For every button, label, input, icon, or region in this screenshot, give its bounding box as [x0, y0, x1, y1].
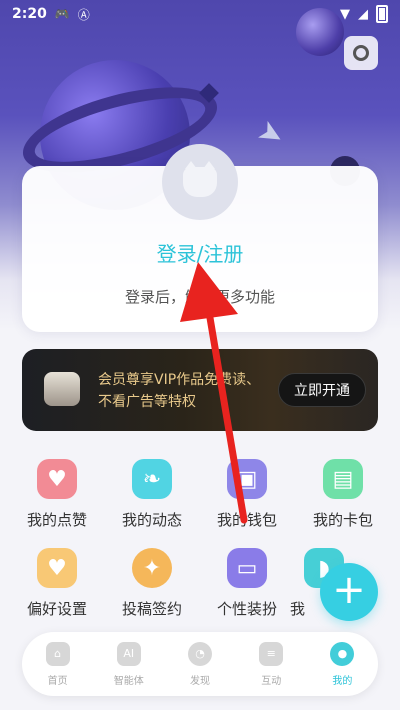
nav-item-home[interactable]: ⌂ 首页: [22, 632, 93, 696]
grid-label: 我的卡包: [312, 511, 373, 529]
bottom-nav: ⌂ 首页 AI 智能体 ◔ 发现 ≡ 互动 ● 我的: [22, 632, 378, 696]
default-avatar-icon: [183, 161, 217, 197]
discover-icon: ◔: [188, 641, 212, 666]
status-time: 2:20: [12, 6, 47, 22]
signal-icon: ◢: [358, 6, 368, 22]
card-icon: ▤: [323, 459, 363, 499]
bulb-icon: ✦: [132, 548, 172, 588]
nav-item-agents[interactable]: AI 智能体: [93, 632, 164, 696]
avatar[interactable]: [162, 144, 238, 220]
home-icon: ⌂: [45, 641, 70, 666]
grid-label: 我的钱包: [216, 511, 277, 529]
grid-label: 投稿签约: [121, 600, 182, 618]
vip-description: 会员尊享VIP作品免费读、 不看广告等特权: [98, 369, 268, 413]
grid-label: 偏好设置: [26, 600, 87, 618]
battery-icon: [376, 5, 388, 23]
grid-item-posts[interactable]: ❧ 我的动态: [107, 459, 197, 530]
heart-icon: ♥: [37, 459, 77, 499]
grid-item-cards[interactable]: ▤ 我的卡包: [298, 459, 388, 530]
ai-icon: AI: [116, 641, 141, 666]
nav-label: 首页: [47, 675, 68, 687]
nav-label: 互动: [261, 675, 282, 687]
profile-icon: ●: [330, 641, 355, 666]
vip-text-line2: 不看广告等特权: [98, 394, 196, 410]
wifi-icon: ▼: [340, 6, 350, 22]
nav-label: 智能体: [113, 675, 144, 687]
vip-crown-icon: [44, 372, 80, 406]
chat-icon: ≡: [259, 641, 284, 666]
leaf-icon: ❧: [132, 459, 172, 499]
camera-settings-icon: [353, 45, 369, 61]
nav-label: 发现: [190, 675, 210, 687]
nav-item-discover[interactable]: ◔ 发现: [164, 632, 235, 696]
grid-item-wallet[interactable]: ▣ 我的钱包: [202, 459, 292, 530]
wallet-icon: ▣: [227, 459, 267, 499]
store-icon: ▭: [227, 548, 267, 588]
grid-item-likes[interactable]: ♥ 我的点赞: [12, 459, 102, 530]
login-subtitle: 登录后，解锁更多功能: [124, 288, 275, 306]
a-icon: Ⓐ: [77, 7, 90, 22]
grid-item-submission[interactable]: ✦ 投稿签约: [107, 548, 197, 619]
grid-item-preferences[interactable]: ♥ 偏好设置: [12, 548, 102, 619]
gamepad-icon: 🎮: [54, 7, 70, 21]
rocket-icon: ➤: [251, 112, 291, 156]
nav-label: 我的: [332, 675, 353, 687]
vip-open-button[interactable]: 立即开通: [278, 373, 366, 407]
grid-label: 我的动态: [121, 511, 182, 529]
heart-box-icon: ♥: [37, 548, 77, 588]
vip-text-line1: 会员尊享VIP作品免费读、: [98, 372, 261, 388]
status-bar: 2:20 🎮 Ⓐ ▼ ◢: [0, 0, 400, 28]
create-fab-button[interactable]: +: [320, 563, 378, 621]
nav-item-mine[interactable]: ● 我的: [307, 632, 378, 696]
nav-item-interact[interactable]: ≡ 互动: [236, 632, 307, 696]
grid-label: 我的点赞: [26, 511, 87, 529]
settings-button[interactable]: [344, 36, 378, 70]
login-register-link[interactable]: 登录/注册: [22, 238, 378, 267]
